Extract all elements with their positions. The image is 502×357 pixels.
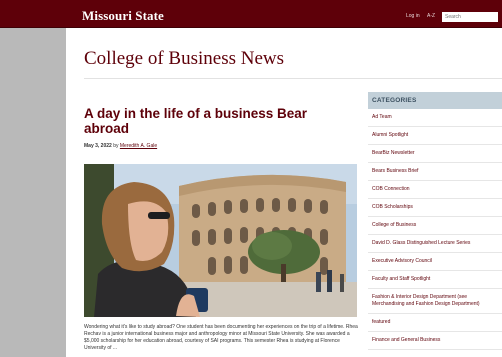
- category-link[interactable]: Fashion & Interior Design Department (se…: [368, 289, 502, 314]
- category-link[interactable]: Alumni Spotlight: [368, 127, 502, 145]
- photo-illustration: [84, 164, 357, 317]
- categories-list: Ad Team Alumni Spotlight BearBiz Newslet…: [368, 109, 502, 350]
- author-link[interactable]: Meredith A. Gale: [120, 143, 157, 149]
- missouri-state-logo[interactable]: Missouri State: [82, 8, 164, 24]
- title-divider: [84, 78, 502, 79]
- page-content: College of Business News A day in the li…: [66, 28, 502, 357]
- category-link[interactable]: BearBiz Newsletter: [368, 145, 502, 163]
- category-link[interactable]: Faculty and Staff Spotlight: [368, 271, 502, 289]
- login-link[interactable]: Log in: [406, 13, 420, 19]
- article-byline: May 3, 2022 by Meredith A. Gale: [84, 143, 157, 149]
- byline-by: by: [113, 143, 119, 149]
- article-date: May 3, 2022: [84, 143, 112, 149]
- category-link[interactable]: COB Scholarships: [368, 199, 502, 217]
- site-title[interactable]: College of Business News: [84, 48, 284, 70]
- category-link[interactable]: Finance and General Business: [368, 332, 502, 350]
- category-link[interactable]: Bears Business Brief: [368, 163, 502, 181]
- categories-heading: CATEGORIES: [368, 92, 502, 109]
- search-input[interactable]: [442, 12, 498, 22]
- category-link[interactable]: COB Connection: [368, 181, 502, 199]
- a-z-link[interactable]: A-Z: [427, 13, 435, 19]
- categories-sidebar: CATEGORIES Ad Team Alumni Spotlight Bear…: [368, 92, 502, 350]
- category-link[interactable]: College of Business: [368, 217, 502, 235]
- category-link[interactable]: Executive Advisory Council: [368, 253, 502, 271]
- article-title: A day in the life of a business Bear abr…: [84, 106, 308, 136]
- article-excerpt: Wondering what it's like to study abroad…: [84, 324, 358, 351]
- category-link[interactable]: Ad Team: [368, 109, 502, 127]
- category-link[interactable]: featured: [368, 314, 502, 332]
- article-photo: [84, 164, 357, 317]
- top-bar: Missouri State Log in A-Z: [0, 0, 502, 28]
- category-link[interactable]: David D. Glass Distinguished Lecture Ser…: [368, 235, 502, 253]
